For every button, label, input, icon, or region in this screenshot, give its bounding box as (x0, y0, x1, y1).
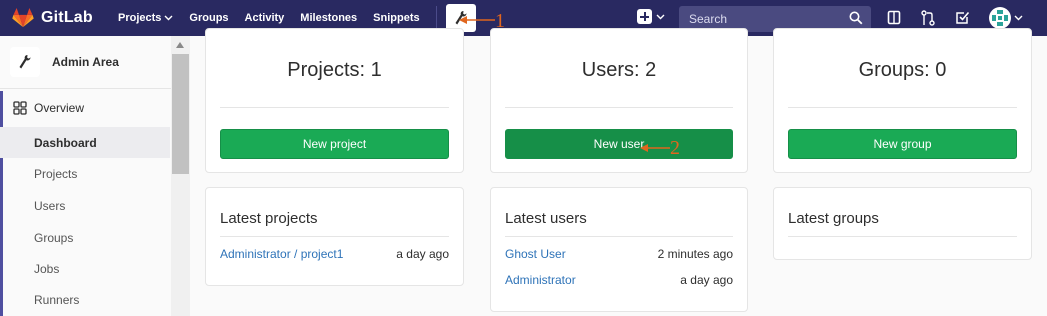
project-time: a day ago (396, 247, 449, 261)
nav-divider (435, 6, 437, 30)
sidebar-item-projects[interactable]: Projects (0, 158, 170, 189)
sidebar-item-overview-label: Overview (34, 101, 85, 115)
latest-groups-card: Latest groups (773, 187, 1032, 260)
chevron-down-icon (656, 14, 665, 19)
annotation-arrow-2 (640, 144, 670, 152)
card-divider (788, 236, 1017, 237)
brand-name: GitLab (41, 9, 93, 26)
user-time: a day ago (680, 273, 733, 287)
groups-count: Groups: 0 (858, 59, 947, 81)
list-item: Administrator a day ago (505, 273, 733, 287)
merge-request-icon[interactable] (921, 10, 935, 26)
search-icon (849, 11, 863, 25)
list-item: Ghost User 2 minutes ago (505, 247, 733, 261)
sidebar-item-groups[interactable]: Groups (0, 222, 170, 253)
gitlab-home-link[interactable]: GitLab (12, 8, 108, 28)
projects-stat-card: Projects: 1 New project (205, 28, 464, 173)
issues-icon[interactable] (887, 10, 901, 25)
user-avatar[interactable] (989, 7, 1011, 29)
nav-projects-label: Projects (118, 12, 162, 24)
sidebar-title: Admin Area (52, 55, 119, 69)
annotation-arrow-1 (459, 16, 495, 24)
chevron-down-icon[interactable] (1014, 15, 1023, 21)
sidebar-item-runners[interactable]: Runners (0, 284, 170, 315)
list-item: Administrator / project1 a day ago (220, 247, 449, 261)
sidebar-item-overview[interactable]: Overview (0, 94, 170, 122)
card-divider (505, 236, 733, 237)
nav-snippets[interactable]: Snippets (373, 12, 419, 24)
groups-stat-card: Groups: 0 New group (773, 28, 1032, 173)
sidebar-scrollbar[interactable] (171, 36, 190, 316)
search-input[interactable] (687, 11, 837, 27)
latest-groups-title: Latest groups (788, 210, 879, 227)
nav-groups[interactable]: Groups (189, 12, 228, 24)
grid-icon (13, 101, 27, 115)
new-user-button[interactable]: New user (505, 129, 733, 159)
annotation-label-2: 2 (670, 137, 680, 159)
latest-users-title: Latest users (505, 210, 587, 227)
latest-users-card: Latest users Ghost User 2 minutes ago Ad… (490, 187, 748, 312)
card-divider (220, 236, 449, 237)
scrollbar-thumb[interactable] (172, 54, 189, 174)
nav-activity[interactable]: Activity (245, 12, 285, 24)
card-divider (220, 107, 449, 108)
new-project-button[interactable]: New project (220, 129, 449, 159)
new-dropdown[interactable] (637, 9, 665, 24)
todo-icon[interactable] (955, 10, 970, 25)
chevron-down-icon (164, 13, 173, 23)
nav-projects[interactable]: Projects (118, 12, 173, 24)
plus-square-icon (637, 9, 652, 24)
new-group-button[interactable]: New group (788, 129, 1017, 159)
sidebar-item-jobs[interactable]: Jobs (0, 253, 170, 284)
latest-projects-card: Latest projects Administrator / project1… (205, 187, 464, 286)
sidebar-item-dashboard[interactable]: Dashboard (0, 127, 170, 158)
sidebar-item-users[interactable]: Users (0, 190, 170, 221)
scroll-up-arrow-icon[interactable] (176, 42, 184, 48)
users-count: Users: 2 (581, 59, 657, 81)
user-time: 2 minutes ago (657, 247, 733, 261)
latest-projects-title: Latest projects (220, 210, 318, 227)
sidebar-header[interactable]: Admin Area (0, 36, 189, 89)
project-link[interactable]: Administrator / project1 (220, 247, 343, 261)
wrench-icon (19, 55, 31, 69)
gitlab-logo-icon (12, 8, 34, 28)
admin-sidebar: Admin Area Overview Dashboard Projects U… (0, 36, 190, 316)
projects-count: Projects: 1 (287, 59, 382, 81)
avatar-identicon-icon (992, 10, 1008, 26)
users-stat-card: Users: 2 New user (490, 28, 748, 173)
card-divider (505, 107, 733, 108)
card-divider (788, 107, 1017, 108)
user-link[interactable]: Ghost User (505, 247, 566, 261)
user-link[interactable]: Administrator (505, 273, 576, 287)
nav-milestones[interactable]: Milestones (300, 12, 357, 24)
admin-avatar (10, 47, 40, 77)
